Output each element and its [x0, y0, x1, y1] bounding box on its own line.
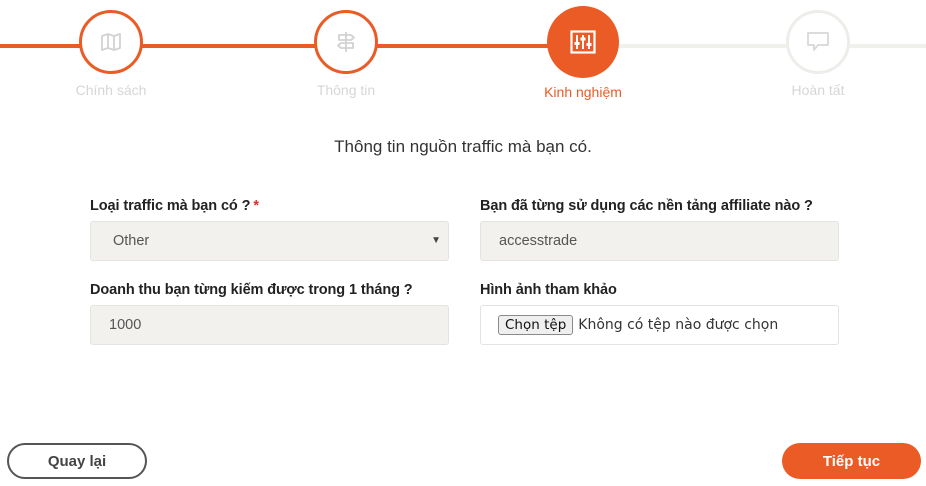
traffic-type-select[interactable]: Other ▼: [90, 221, 449, 261]
required-mark: *: [253, 198, 259, 214]
step-thong-tin[interactable]: Thông tin: [276, 10, 416, 101]
dropdown-caret-icon: ▼: [431, 235, 441, 246]
chat-icon: [806, 31, 830, 53]
next-button[interactable]: Tiếp tục: [782, 443, 921, 479]
step-label: Kinh nghiệm: [544, 84, 622, 100]
step-circle: [786, 10, 850, 74]
step-label: Chính sách: [75, 82, 147, 98]
reference-image-file-input[interactable]: Chọn tệp Không có tệp nào được chọn: [480, 305, 839, 345]
form-subtitle: Thông tin nguồn traffic mà bạn có.: [334, 137, 592, 156]
platforms-input[interactable]: accesstrade: [480, 221, 839, 261]
traffic-type-label-text: Loại traffic mà bạn có ?: [90, 198, 251, 214]
step-circle: [79, 10, 143, 74]
platforms-value: accesstrade: [499, 233, 578, 249]
revenue-label: Doanh thu bạn từng kiếm được trong 1 thá…: [90, 282, 413, 298]
step-chinh-sach[interactable]: Chính sách: [41, 10, 181, 101]
back-button[interactable]: Quay lại: [7, 443, 147, 479]
choose-file-button[interactable]: Chọn tệp: [498, 315, 574, 335]
revenue-input[interactable]: 1000: [90, 305, 449, 345]
step-circle: [547, 6, 619, 78]
file-status-text: Không có tệp nào được chọn: [578, 317, 779, 333]
sliders-icon: [570, 30, 596, 54]
step-label: Thông tin: [316, 82, 376, 98]
reference-image-label: Hình ảnh tham khảo: [480, 282, 617, 298]
traffic-type-label: Loại traffic mà bạn có ? *: [90, 198, 259, 214]
step-label: Hoàn tất: [791, 82, 845, 98]
revenue-value: 1000: [109, 317, 142, 333]
step-circle: [314, 10, 378, 74]
map-icon: [100, 32, 122, 52]
platforms-label: Bạn đã từng sử dụng các nền tảng affilia…: [480, 198, 813, 214]
traffic-type-value: Other: [113, 233, 150, 249]
step-kinh-nghiem[interactable]: Kinh nghiệm: [513, 6, 653, 103]
step-hoan-tat[interactable]: Hoàn tất: [748, 10, 888, 101]
progress-stepper: Chính sách Thông tin Kinh nghiệm Hoàn tấ…: [0, 0, 926, 125]
signpost-icon: [336, 31, 356, 53]
